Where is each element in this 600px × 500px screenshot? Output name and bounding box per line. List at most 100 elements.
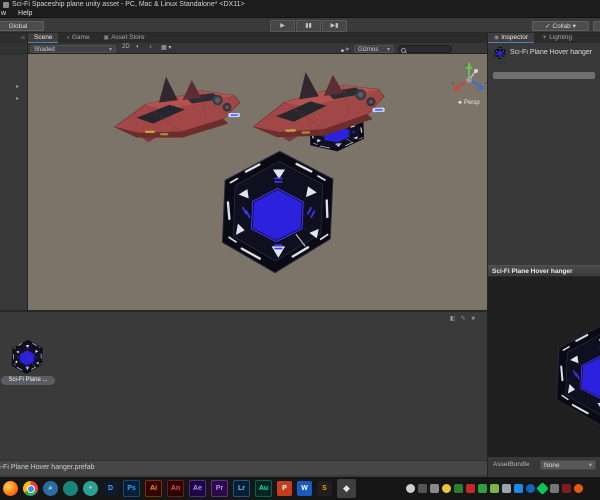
edit-icon[interactable]: ✎ bbox=[461, 316, 471, 322]
tray-gray-icon[interactable] bbox=[502, 484, 511, 493]
tray-orange-icon[interactable] bbox=[574, 484, 583, 493]
search-app-icon[interactable]: ⌕ bbox=[43, 481, 58, 496]
persp-label[interactable]: ◄ Persp bbox=[442, 100, 487, 106]
globe-app-icon[interactable] bbox=[63, 481, 78, 496]
play-button[interactable]: ▶ bbox=[270, 20, 295, 32]
menubar: w Help bbox=[0, 10, 600, 18]
project-toolbar-icons[interactable]: ◧✎★ bbox=[450, 315, 481, 322]
account-button[interactable] bbox=[593, 21, 600, 31]
global-pivot-button[interactable]: Global bbox=[0, 21, 44, 31]
collab-button[interactable]: ✓ Collab ▾ bbox=[532, 21, 589, 31]
pause-button[interactable]: ▮▮ bbox=[296, 20, 321, 32]
assetbundle-value: None bbox=[544, 462, 560, 469]
tab-game[interactable]: ◖ Game bbox=[60, 33, 95, 43]
tray-dark-icon[interactable] bbox=[418, 484, 427, 493]
axis-y-label: y bbox=[466, 62, 468, 67]
lighting-toggle-icon[interactable]: ◐ bbox=[136, 44, 140, 50]
tray-green-diamond-icon[interactable] bbox=[536, 482, 549, 495]
draw-mode-dropdown[interactable]: Shaded ▾ bbox=[30, 44, 116, 53]
effects-dropdown-icon[interactable]: ▦ ▾ bbox=[161, 44, 171, 51]
prefab-thumbnail-icon bbox=[493, 46, 507, 60]
game-tab-icon: ◖ bbox=[66, 35, 70, 41]
preview-header[interactable]: Sci-Fi Plane Hover hanger bbox=[488, 265, 600, 277]
word-icon[interactable]: W bbox=[297, 481, 312, 496]
tray-grid-icon[interactable] bbox=[550, 484, 559, 493]
hierarchy-panel: ▫≡ ▸ ▸ bbox=[0, 33, 28, 310]
menu-item-window-cut[interactable]: w bbox=[1, 10, 6, 17]
scene-search-input[interactable] bbox=[398, 45, 452, 53]
tray-green-shield-icon[interactable] bbox=[454, 484, 463, 493]
tray-dark-red-icon[interactable] bbox=[562, 484, 571, 493]
dark-blue-app-icon[interactable]: D bbox=[103, 481, 118, 496]
inspector-disabled-bar[interactable] bbox=[493, 72, 595, 79]
menu-item-help[interactable]: Help bbox=[18, 10, 32, 17]
scene-view-toolbar: Shaded ▾ 2D ◐ ♪ ▦ ▾ Gizmos ▾ ✦✧ bbox=[28, 43, 487, 55]
gizmos-dropdown[interactable]: Gizmos ▾ bbox=[354, 44, 394, 53]
tab-inspector[interactable]: ◉ Inspector bbox=[488, 33, 534, 43]
chrome-icon[interactable] bbox=[23, 481, 38, 496]
tray-green-icon[interactable] bbox=[478, 484, 487, 493]
foldout-arrow-icon[interactable]: ▸ bbox=[16, 83, 19, 90]
illustrator-icon[interactable]: Ai bbox=[145, 480, 162, 497]
tab-inspector-label: Inspector bbox=[501, 34, 528, 41]
preview-hangar-model bbox=[546, 317, 600, 432]
tab-lighting[interactable]: ☀ Lighting bbox=[536, 33, 578, 43]
asset-store-tab-icon: ▣ bbox=[103, 35, 110, 41]
main-toolbar: Global ▶ ▮▮ ▶▮ ✓ Collab ▾ bbox=[0, 18, 600, 33]
asset-label[interactable]: Sci-Fi Plane ... bbox=[1, 376, 55, 385]
tab-game-label: Game bbox=[71, 34, 90, 41]
scene-tabbar: Scene ◖ Game ▣ Asset Store bbox=[28, 33, 487, 43]
hierarchy-toolbar bbox=[0, 43, 27, 54]
tray-blue-square-icon[interactable] bbox=[514, 484, 523, 493]
firefox-icon[interactable] bbox=[3, 481, 18, 496]
inspector-tabbar: ◉ Inspector ☀ Lighting bbox=[488, 33, 600, 43]
premiere-icon[interactable]: Pr bbox=[211, 480, 228, 497]
audio-toggle-icon[interactable]: ♪ bbox=[149, 44, 152, 50]
preview-pane[interactable] bbox=[488, 277, 600, 457]
spaceship-right[interactable] bbox=[248, 54, 393, 158]
spaceship-left[interactable] bbox=[112, 62, 247, 157]
maps-app-icon[interactable]: • bbox=[83, 481, 98, 496]
tab-asset-store[interactable]: ▣ Asset Store bbox=[97, 33, 150, 43]
assetbundle-label: AssetBundle bbox=[493, 461, 530, 468]
animate-icon[interactable]: An bbox=[167, 480, 184, 497]
foldout-arrow-icon[interactable]: ▸ bbox=[16, 95, 19, 102]
scene-orientation-gizmo[interactable]: y x z bbox=[448, 58, 487, 100]
unity-taskbar-icon[interactable]: ◆ bbox=[337, 479, 356, 498]
hierarchy-tab-strip[interactable]: ▫≡ bbox=[0, 33, 27, 43]
tray-red-icon[interactable] bbox=[466, 484, 475, 493]
tab-asset-store-label: Asset Store bbox=[111, 34, 145, 41]
assetbundle-dropdown[interactable]: None ▾ bbox=[540, 460, 596, 470]
gizmos-label: Gizmos bbox=[358, 46, 379, 53]
inspector-tab-icon: ◉ bbox=[494, 35, 500, 41]
axis-x-label: x bbox=[452, 80, 454, 85]
audition-icon[interactable]: Au bbox=[255, 480, 272, 497]
tab-lighting-label: Lighting bbox=[549, 34, 572, 41]
scene-view[interactable]: y x z ◄ Persp bbox=[28, 54, 487, 310]
lightroom-icon[interactable]: Lr bbox=[233, 480, 250, 497]
selected-asset-pathbar: Sci-Fi Plane Hover hanger.prefab bbox=[0, 460, 487, 475]
filter-icon[interactable]: ◧ bbox=[450, 316, 461, 322]
favorite-icon[interactable]: ★ bbox=[471, 316, 481, 322]
draw-mode-label: Shaded bbox=[34, 46, 55, 53]
inspector-header: Sci-Fi Plane Hover hanger bbox=[488, 45, 600, 61]
after-effects-icon[interactable]: Ae bbox=[189, 480, 206, 497]
tray-person-icon[interactable] bbox=[406, 484, 415, 493]
2d-toggle[interactable]: 2D bbox=[122, 44, 130, 50]
step-button[interactable]: ▶▮ bbox=[322, 20, 347, 32]
sublime-icon[interactable]: S bbox=[317, 481, 332, 496]
selected-asset-path: Sci-Fi Plane Hover hanger.prefab bbox=[0, 464, 95, 471]
unity-editor-window: Sci-Fi Spaceship plane unity asset - PC,… bbox=[0, 0, 600, 500]
tray-photos-icon[interactable] bbox=[490, 484, 499, 493]
lighting-tab-icon: ☀ bbox=[541, 35, 548, 41]
asset-thumbnail[interactable] bbox=[8, 338, 46, 376]
search-icon bbox=[401, 47, 406, 53]
tray-mono-icon[interactable] bbox=[430, 484, 439, 493]
powerpoint-icon[interactable]: P bbox=[277, 481, 292, 496]
photoshop-icon[interactable]: Ps bbox=[123, 480, 140, 497]
tab-scene[interactable]: Scene bbox=[28, 33, 59, 43]
tab-scene-label: Scene bbox=[34, 34, 53, 41]
tray-blue-circle-icon[interactable] bbox=[526, 484, 535, 493]
tray-yellow-icon[interactable] bbox=[442, 484, 451, 493]
windows-taskbar: ⌕ • D Ps Ai An Ae Pr Lr Au P W S ◆ bbox=[0, 477, 600, 500]
